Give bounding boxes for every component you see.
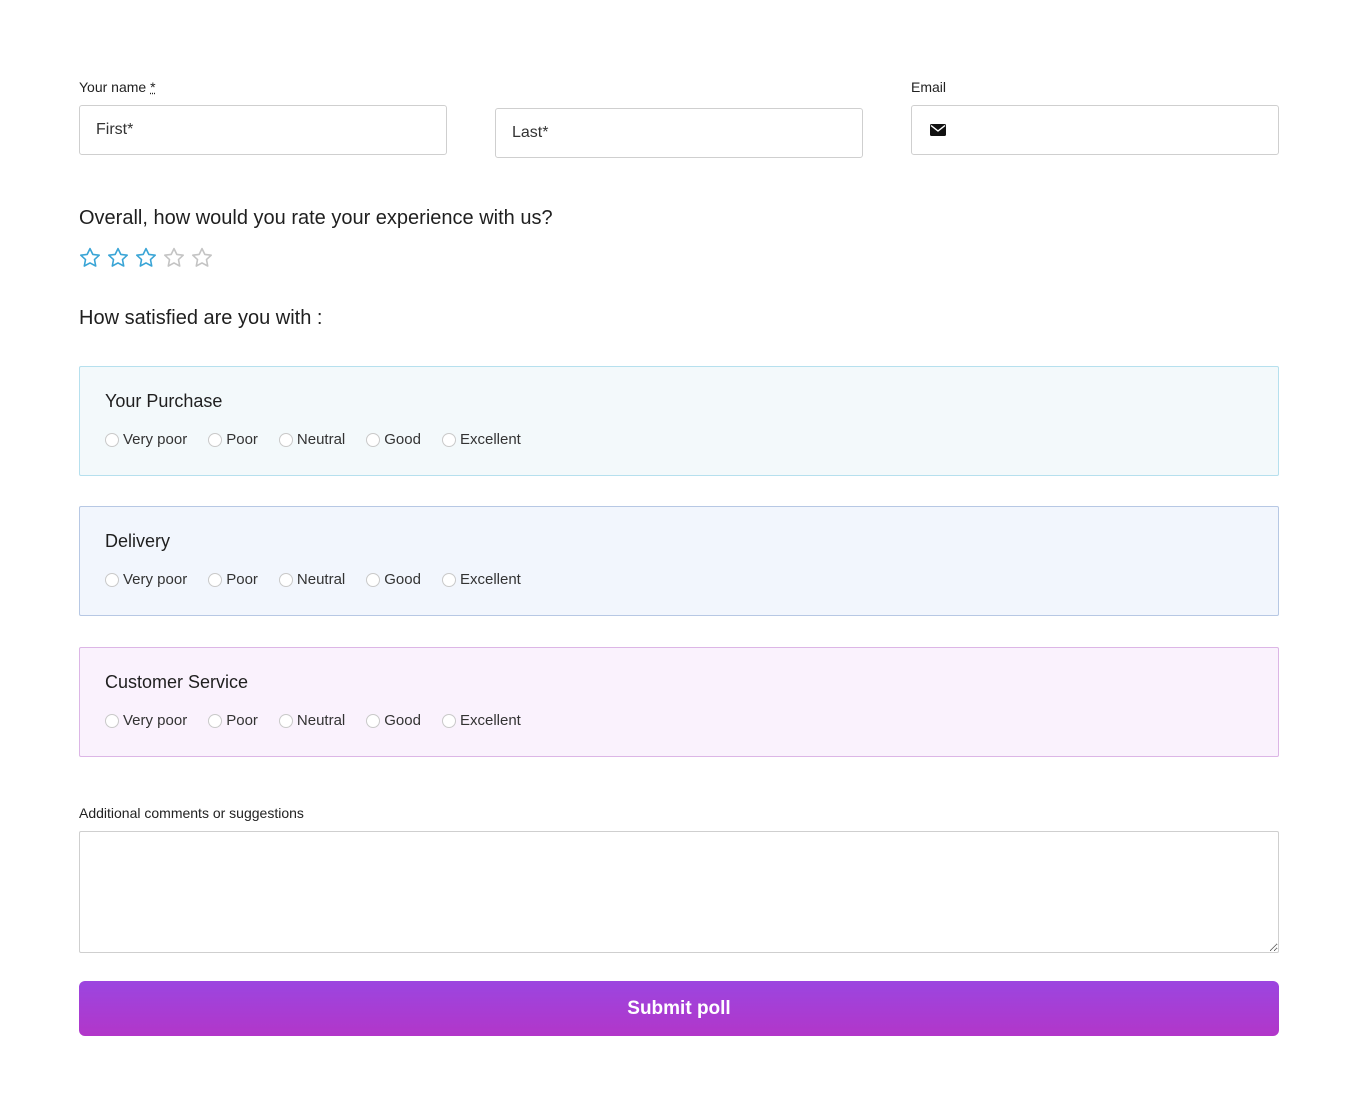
panel-title: Customer Service	[105, 672, 249, 692]
rating-question: Overall, how would you rate your experie…	[79, 207, 553, 229]
satisfaction-question: How satisfied are you with :	[79, 307, 323, 329]
radio-label: Neutral	[296, 431, 346, 448]
radio-label: Poor	[226, 712, 258, 729]
radio-button[interactable]	[208, 572, 223, 587]
envelope-icon	[930, 124, 946, 136]
radio-label: Poor	[226, 431, 258, 448]
radio-label: Neutral	[296, 712, 346, 729]
radio-group: Very poor Poor Neutral Good Excellent	[105, 571, 542, 588]
radio-button[interactable]	[441, 713, 456, 728]
radio-option[interactable]: Very poor	[105, 431, 187, 448]
email-input[interactable]	[958, 106, 1272, 156]
radio-option[interactable]: Neutral	[278, 431, 346, 448]
star-icon[interactable]	[163, 247, 185, 269]
panel-title: Delivery	[105, 531, 171, 551]
name-label: Your name *	[79, 79, 156, 95]
radio-option[interactable]: Very poor	[105, 571, 187, 588]
radio-label: Good	[384, 571, 421, 588]
radio-label: Very poor	[123, 571, 188, 588]
radio-option[interactable]: Excellent	[441, 571, 521, 588]
required-mark: *	[150, 79, 156, 95]
panel-title: Your Purchase	[105, 391, 223, 411]
star-rating[interactable]	[79, 247, 213, 271]
radio-label: Very poor	[123, 712, 188, 729]
star-icon[interactable]	[107, 247, 129, 269]
submit-poll-button[interactable]: Submit poll	[79, 981, 1279, 1036]
radio-button[interactable]	[366, 572, 381, 587]
radio-label: Very poor	[123, 431, 188, 448]
radio-option[interactable]: Very poor	[105, 712, 187, 729]
email-label: Email	[911, 79, 947, 95]
radio-label: Poor	[226, 571, 258, 588]
comments-label: Additional comments or suggestions	[79, 805, 304, 821]
radio-option[interactable]: Excellent	[441, 712, 521, 729]
satisfaction-panel: Customer Service Very poor Poor Neutral Good…	[79, 647, 1279, 757]
radio-label: Good	[384, 712, 421, 729]
radio-button[interactable]	[105, 432, 119, 447]
radio-button[interactable]	[366, 713, 381, 728]
star-icon[interactable]	[79, 247, 101, 269]
radio-option[interactable]: Excellent	[441, 431, 521, 448]
radio-option[interactable]: Neutral	[278, 571, 346, 588]
radio-button[interactable]	[278, 572, 293, 587]
star-icon[interactable]	[191, 247, 213, 269]
radio-option[interactable]: Poor	[208, 571, 258, 588]
comments-textarea[interactable]	[79, 831, 1279, 953]
radio-option[interactable]: Good	[366, 431, 421, 448]
radio-label: Excellent	[459, 431, 521, 448]
radio-button[interactable]	[278, 713, 293, 728]
radio-label: Neutral	[296, 571, 346, 588]
radio-option[interactable]: Neutral	[278, 712, 346, 729]
radio-button[interactable]	[208, 432, 223, 447]
radio-option[interactable]: Good	[366, 571, 421, 588]
radio-button[interactable]	[105, 713, 119, 728]
first-name-input[interactable]	[79, 105, 447, 155]
radio-option[interactable]: Poor	[208, 712, 258, 729]
last-name-input[interactable]	[495, 108, 863, 158]
radio-label: Excellent	[459, 571, 521, 588]
radio-group: Very poor Poor Neutral Good Excellent	[105, 712, 542, 729]
radio-option[interactable]: Good	[366, 712, 421, 729]
star-icon[interactable]	[135, 247, 157, 269]
radio-button[interactable]	[208, 713, 223, 728]
email-field[interactable]	[911, 105, 1279, 156]
satisfaction-panel: Delivery Very poor Poor Neutral Good Excellen…	[79, 506, 1279, 616]
radio-group: Very poor Poor Neutral Good Excellent	[105, 431, 542, 448]
radio-label: Good	[384, 431, 421, 448]
radio-option[interactable]: Poor	[208, 431, 258, 448]
radio-button[interactable]	[278, 432, 293, 447]
satisfaction-panel: Your Purchase Very poor Poor Neutral Good Exc…	[79, 366, 1279, 476]
radio-button[interactable]	[441, 432, 456, 447]
radio-button[interactable]	[105, 572, 119, 587]
radio-button[interactable]	[441, 572, 456, 587]
radio-label: Excellent	[459, 712, 521, 729]
radio-button[interactable]	[366, 432, 381, 447]
